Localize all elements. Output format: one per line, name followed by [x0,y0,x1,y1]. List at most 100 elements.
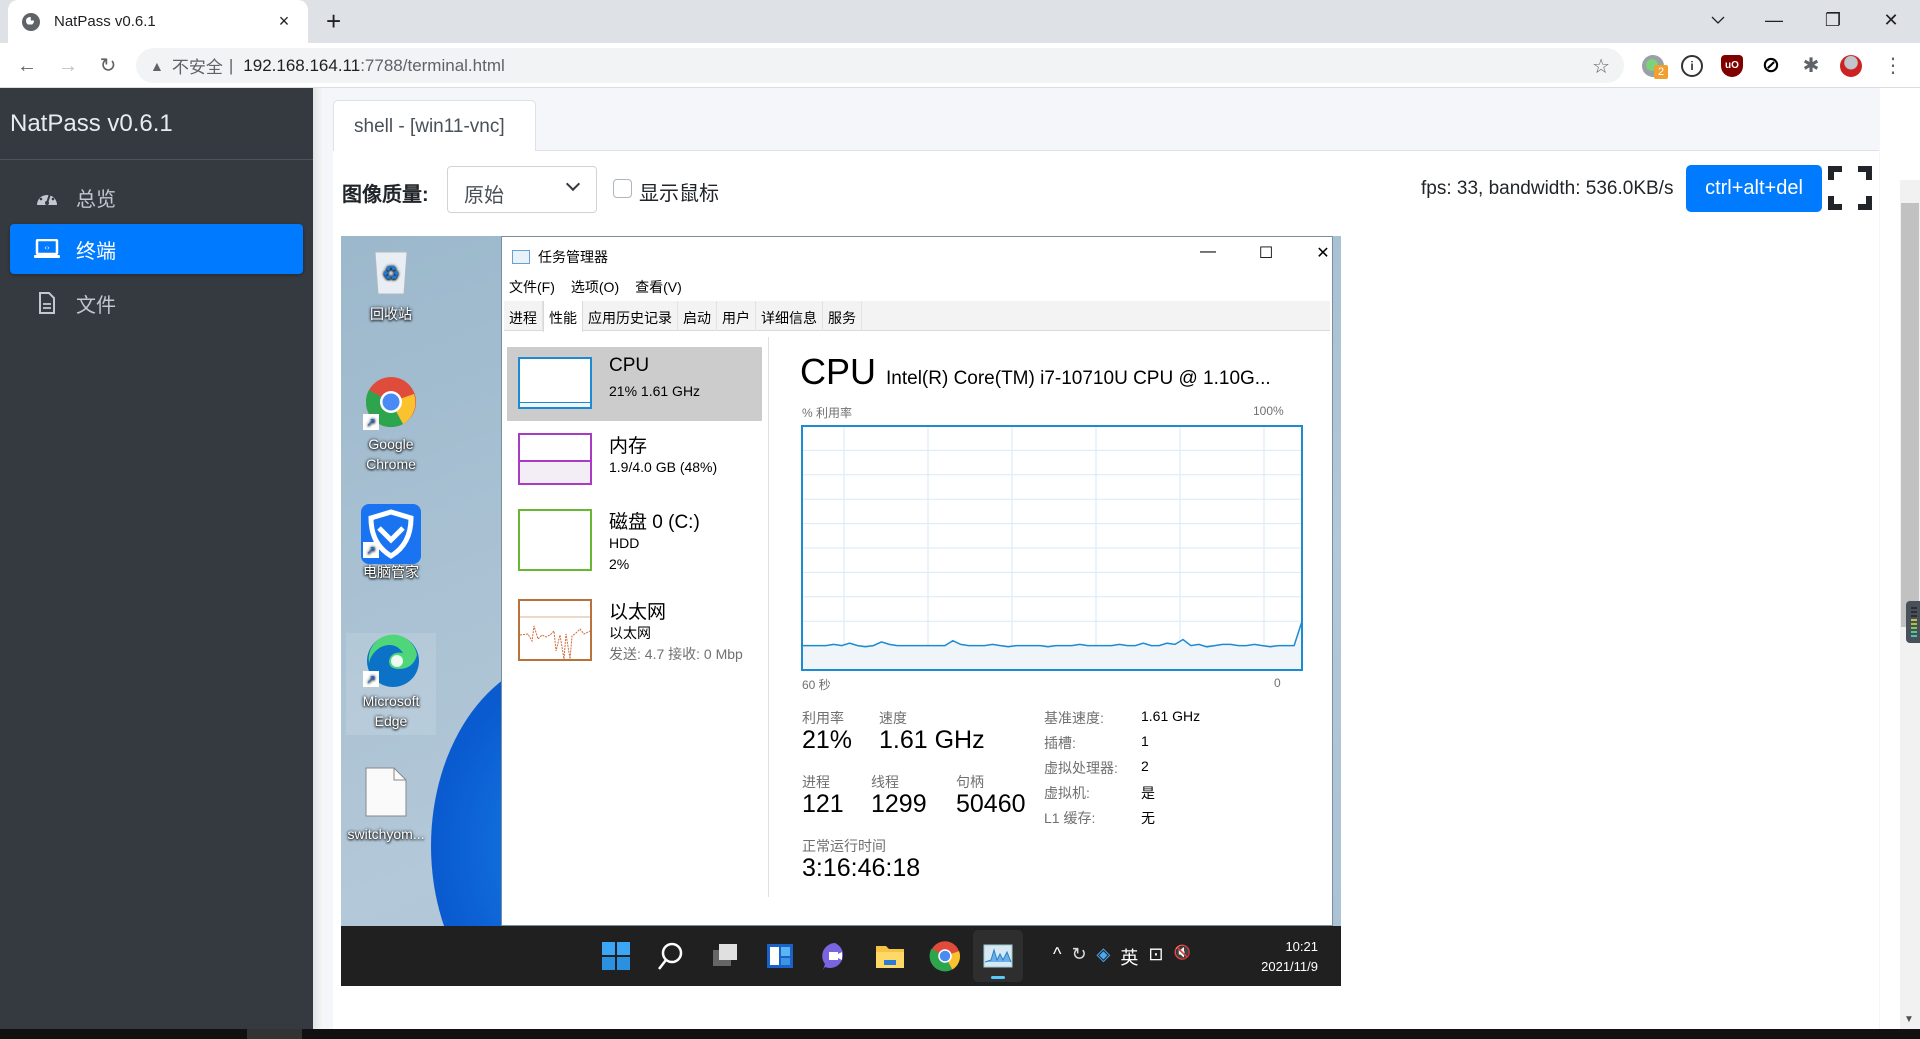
tab-performance[interactable]: 性能 [543,301,583,332]
chevron-down-icon [565,176,581,192]
sidebar-item-terminal[interactable]: ‹› 终端 [10,224,303,274]
profile-avatar[interactable] [1840,55,1862,77]
extension-badge: 2 [1654,65,1668,79]
url-bar[interactable]: ▲ 不安全 | 192.168.164.11 :7788/terminal.ht… [136,48,1624,83]
resource-detail: 1.9/4.0 GB (48%) [609,459,718,475]
stat-label: 句柄 [956,774,984,790]
browser-tab-strip: NatPass v0.6.1 × + — ❐ ✕ [0,0,1920,43]
menu-options[interactable]: 选项(O) [571,277,619,297]
detail-value: 是 [1141,785,1155,801]
resource-memory[interactable]: 内存 1.9/4.0 GB (48%) [507,423,762,497]
brand-title[interactable]: NatPass v0.6.1 [10,110,173,138]
tab-users[interactable]: 用户 [717,301,756,331]
address-toolbar: ← → ↻ ▲ 不安全 | 192.168.164.11 :7788/termi… [0,43,1920,88]
menu-view[interactable]: 查看(V) [635,277,682,297]
tm-close-button[interactable]: ✕ [1303,243,1341,263]
desktop-icon-pc-manager[interactable]: ↗ 电脑管家 [346,504,436,582]
tray-overflow-chevron[interactable]: ^ [1053,944,1061,970]
browser-tab[interactable]: NatPass v0.6.1 × [8,0,308,43]
taskbar-clock[interactable]: 10:21 2021/11/9 [1248,937,1318,977]
chrome-icon[interactable] [929,940,961,972]
security-status[interactable]: 不安全 [172,53,223,78]
ublock-origin-icon[interactable]: uO [1721,55,1743,77]
task-view-icon[interactable] [709,940,741,972]
extensions-puzzle-icon[interactable]: ✱ [1800,55,1822,77]
shortcut-arrow-icon: ↗ [363,542,379,558]
remote-desktop-screen[interactable]: ♻ 回收站 ↗ Google Chrome ↗ 电脑管家 ↗ Microsoft… [341,236,1341,986]
close-window-button[interactable]: ✕ [1871,6,1911,34]
tab-close-button[interactable]: × [274,11,294,32]
restore-button[interactable]: ❐ [1813,6,1853,34]
blocker-icon[interactable]: ⊘ [1760,54,1782,77]
tab-app-history[interactable]: 应用历史记录 [583,301,678,331]
back-button[interactable]: ← [13,52,41,80]
bookmark-star-icon[interactable]: ☆ [1592,54,1610,79]
widgets-icon[interactable] [764,940,796,972]
desktop-icon-label: Microsoft Edge [362,693,420,729]
tab-details[interactable]: 详细信息 [756,301,823,331]
ctrl-alt-del-button[interactable]: ctrl+alt+del [1686,165,1822,212]
stream-stats: fps: 33, bandwidth: 536.0KB/s [1421,178,1674,199]
chevron-down-icon [1711,16,1725,24]
resource-disk[interactable]: 磁盘 0 (C:) HDD 2% [507,499,762,585]
tab-startup[interactable]: 启动 [678,301,717,331]
show-cursor-label[interactable]: 显示鼠标 [639,177,719,206]
sidebar-item-files[interactable]: 文件 [10,278,303,328]
detail-label: 基准速度: [1044,710,1104,726]
divider [768,337,769,897]
desktop-icon-recycle-bin[interactable]: ♻ 回收站 [346,246,436,324]
sidebar-shadow [313,88,323,1029]
cpu-model: Intel(R) Core(TM) i7-10710U CPU @ 1.10G.… [886,368,1271,389]
network-icon[interactable]: ⊡ [1148,944,1163,970]
sync-icon[interactable]: ↻ [1071,944,1086,970]
show-cursor-checkbox[interactable] [613,179,632,198]
stat-utilization: 21% [802,726,853,754]
tab-services[interactable]: 服务 [823,301,862,331]
clock-date: 2021/11/9 [1261,959,1318,974]
os-taskbar-edge [0,1029,1920,1039]
scroll-down-arrow[interactable]: ▼ [1904,1014,1914,1025]
new-tab-button[interactable]: + [326,7,341,35]
desktop-icon-edge[interactable]: ↗ Microsoft Edge [346,633,436,735]
browser-menu-button[interactable]: ⋮ [1882,55,1904,77]
password-manager-icon[interactable]: i [1681,55,1703,77]
tm-minimize-button[interactable]: — [1188,243,1228,261]
quality-select[interactable]: 原始 [447,166,597,213]
task-manager-icon[interactable] [982,940,1014,972]
tab-processes[interactable]: 进程 [504,301,543,331]
menu-file[interactable]: 文件(F) [509,277,555,297]
forward-button[interactable]: → [54,52,82,80]
resource-cpu[interactable]: CPU 21% 1.61 GHz [507,347,762,421]
fullscreen-button[interactable] [1828,166,1872,210]
start-icon[interactable] [600,940,632,972]
scrollbar-thumb[interactable] [1901,203,1919,627]
tab-search-button[interactable] [1698,6,1738,34]
minimize-button[interactable]: — [1754,6,1794,34]
cpu-thumbnail [518,357,592,409]
task-manager-window[interactable]: 任务管理器 — ☐ ✕ 文件(F) 选项(O) 查看(V) 进程 性能 应用历史… [501,236,1333,926]
tab-shell-session[interactable]: shell - [win11-vnc] [333,100,536,151]
desktop-icon-label: 回收站 [370,306,412,322]
volume-muted-icon[interactable]: 🔇 [1173,944,1190,970]
resource-name: CPU [609,355,650,376]
green-dot-extension-icon[interactable]: 2 [1642,55,1668,79]
pc-manager-tray-icon[interactable]: ◈ [1097,944,1111,970]
sidebar: NatPass v0.6.1 总览 ‹› 终端 文件 [0,88,313,1029]
teams-chat-icon[interactable] [819,940,851,972]
url-host: 192.168.164.11 [243,55,361,75]
file-explorer-icon[interactable] [874,940,906,972]
resource-ethernet[interactable]: 以太网 以太网 发送: 4.7 接收: 0 Mbp [507,589,762,669]
search-icon[interactable] [654,940,686,972]
desktop-icon-chrome[interactable]: ↗ Google Chrome [346,376,436,474]
resource-name: 内存 [609,436,648,457]
file-icon [34,292,60,314]
ime-indicator[interactable]: 英 [1120,944,1138,970]
graph-x-start: 60 秒 [802,678,831,692]
svg-text:♻: ♻ [382,261,400,285]
tab-title: NatPass v0.6.1 [54,13,156,30]
desktop-icon-file[interactable]: switchyom... [341,766,431,844]
sidebar-item-label: 文件 [76,294,116,317]
tm-maximize-button[interactable]: ☐ [1246,243,1286,263]
sidebar-item-overview[interactable]: 总览 [10,172,303,222]
reload-button[interactable]: ↻ [94,52,122,80]
